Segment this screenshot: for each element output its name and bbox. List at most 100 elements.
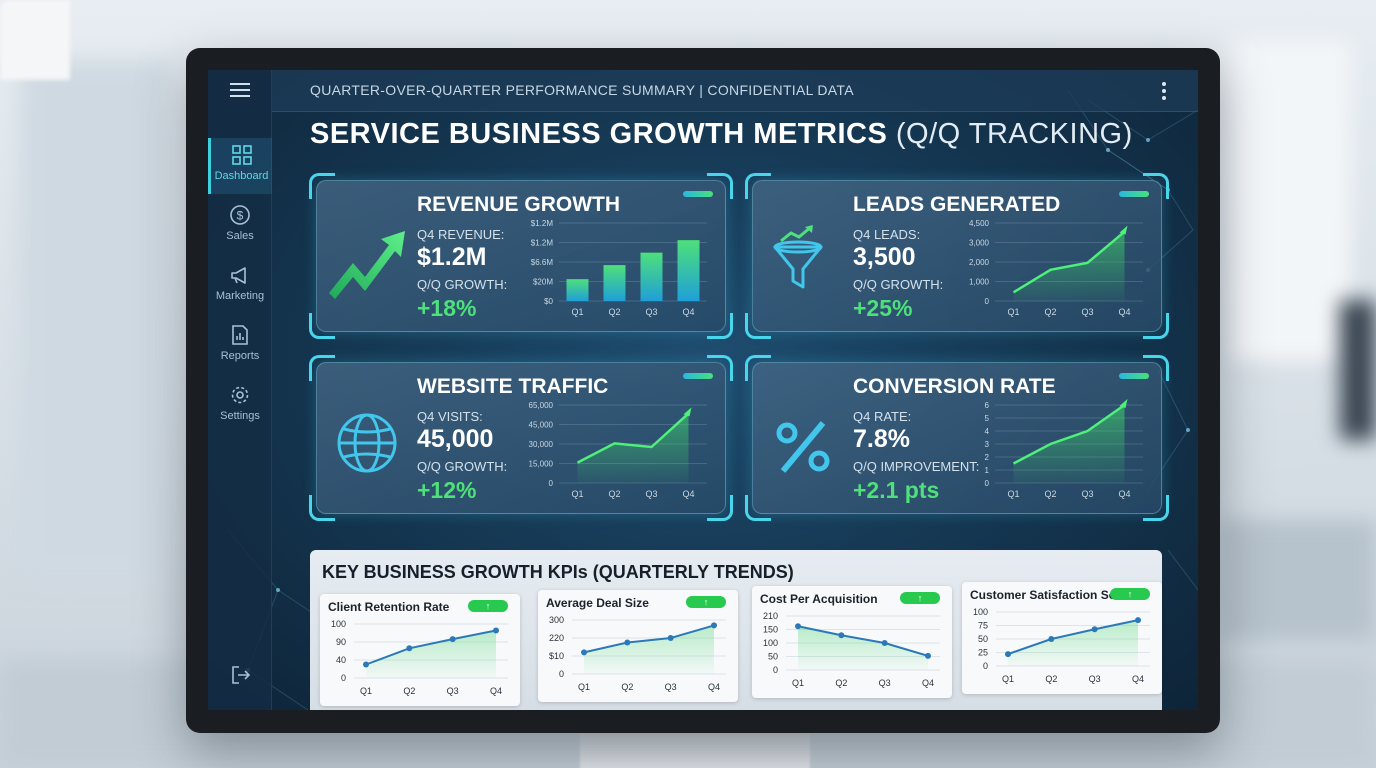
x-tick-label: Q3: [879, 678, 891, 688]
data-point: [838, 632, 845, 639]
status-indicator: [1119, 191, 1149, 197]
customer-satisfaction-card[interactable]: Customer Satisfaction Score ↑ 100 75 50 25 0…: [962, 582, 1162, 694]
conversion-chart: 6 5 4 3 2 1 0 Q1 Q2 Q3 Q4: [951, 399, 1151, 507]
sidebar-item-dashboard[interactable]: Dashboard: [208, 138, 272, 194]
revenue-growth-card[interactable]: REVENUE GROWTH Q4 REVENUE: $1.2M Q/Q GRO…: [309, 173, 733, 339]
area-fill: [584, 625, 714, 674]
monitor-stand: [580, 730, 810, 768]
y-tick-label: 65,000: [529, 401, 554, 410]
sidebar-item-settings[interactable]: Settings: [208, 378, 272, 434]
status-indicator: [1119, 373, 1149, 379]
background-monitor: [1340, 300, 1376, 440]
website-traffic-card[interactable]: WEBSITE TRAFFIC Q4 VISITS: 45,000 Q/Q GR…: [309, 355, 733, 521]
sidebar-item-label: Reports: [220, 350, 260, 362]
y-tick-label: 2: [985, 453, 990, 462]
globe-icon: [337, 413, 397, 473]
sidebar: Dashboard $ Sales Marketing Reports Sett…: [208, 70, 272, 710]
y-tick-label: $1.2M: [531, 219, 554, 228]
y-tick-label: 100: [763, 638, 778, 648]
y-tick-label: 100: [331, 619, 346, 629]
mini-card-title: Average Deal Size: [546, 596, 649, 610]
x-tick-label: Q3: [447, 686, 459, 696]
y-tick-label: 0: [983, 661, 988, 671]
mini-card-title: Client Retention Rate: [328, 600, 450, 614]
x-tick-label: Q2: [1044, 307, 1056, 317]
x-tick-label: Q2: [1045, 674, 1057, 684]
x-tick-label: Q1: [1007, 489, 1019, 499]
sidebar-item-sales[interactable]: $ Sales: [208, 198, 272, 254]
mini-card-title: Cost Per Acquisition: [760, 592, 878, 606]
y-tick-label: 0: [341, 673, 346, 683]
y-tick-label: 0: [985, 297, 990, 306]
y-tick-label: 0: [549, 479, 554, 488]
area-fill: [577, 413, 689, 483]
data-point: [1005, 651, 1011, 658]
report-header: QUARTER-OVER-QUARTER PERFORMANCE SUMMARY…: [310, 82, 854, 98]
bar: [677, 240, 700, 301]
y-tick-label: 25: [978, 648, 988, 658]
growth-value: +25%: [853, 295, 913, 321]
metric-value: 45,000: [417, 425, 494, 453]
growth-label: Q/Q GROWTH:: [853, 277, 944, 292]
hamburger-menu-icon[interactable]: [230, 83, 250, 97]
x-tick-label: Q3: [1081, 489, 1093, 499]
percent-icon: [776, 421, 830, 473]
status-indicator: [683, 373, 713, 379]
page-title-suffix: (Q/Q TRACKING): [887, 118, 1133, 150]
page-title: SERVICE BUSINESS GROWTH METRICS (Q/Q TRA…: [310, 118, 1133, 151]
data-point: [1091, 626, 1098, 633]
metric-label: Q4 RATE:: [853, 409, 912, 424]
background-desk: [1220, 520, 1376, 640]
growth-value: +12%: [417, 477, 477, 503]
x-tick-label: Q2: [835, 678, 847, 688]
y-tick-label: 210: [763, 611, 778, 621]
data-point: [581, 649, 587, 656]
x-tick-label: Q4: [1118, 489, 1130, 499]
kpi-trends-panel: KEY BUSINESS GROWTH KPIs (QUARTERLY TREN…: [310, 550, 1162, 710]
y-tick-label: 1: [985, 466, 990, 475]
y-tick-label: 0: [773, 665, 778, 675]
x-tick-label: Q2: [621, 682, 633, 692]
sidebar-item-marketing[interactable]: Marketing: [208, 258, 272, 314]
background-window-right: [1230, 40, 1350, 360]
x-tick-label: Q1: [792, 678, 804, 688]
data-point: [363, 661, 369, 668]
conversion-rate-card[interactable]: CONVERSION RATE Q4 RATE: 7.8% Q/Q IMPROV…: [745, 355, 1169, 521]
bar: [566, 279, 589, 301]
metric-value: $1.2M: [417, 243, 487, 271]
client-retention-card[interactable]: Client Retention Rate ↑ 100 90 40 0 Q1 Q2 Q3 Q4: [320, 594, 520, 706]
cost-per-acquisition-card[interactable]: Cost Per Acquisition ↑ 210 150 100 50 0 Q1 Q2 Q…: [752, 586, 952, 698]
y-tick-label: 40: [336, 655, 346, 665]
status-indicator: [683, 191, 713, 197]
logout-icon[interactable]: [230, 664, 252, 686]
growth-value: +2.1 pts: [853, 477, 940, 503]
y-tick-label: 100: [973, 607, 988, 617]
y-tick-label: 220: [549, 633, 564, 643]
gear-icon: [231, 386, 249, 404]
data-point: [881, 640, 888, 646]
area-fill: [1008, 620, 1138, 666]
sidebar-item-label: Sales: [226, 230, 254, 242]
metric-label: Q4 LEADS:: [853, 227, 921, 242]
average-deal-size-card[interactable]: Average Deal Size ↑ 300 220 $10 0 Q1 Q2 Q3 Q4: [538, 590, 738, 702]
top-bar: QUARTER-OVER-QUARTER PERFORMANCE SUMMARY…: [272, 70, 1198, 112]
x-tick-label: Q1: [578, 682, 590, 692]
metric-value: 3,500: [853, 243, 916, 271]
bar: [603, 265, 626, 301]
trend-up-badge: ↑: [686, 596, 726, 608]
y-tick-label: 300: [549, 615, 564, 625]
growth-label: Q/Q GROWTH:: [417, 277, 508, 292]
x-tick-label: Q1: [360, 686, 372, 696]
more-options-icon[interactable]: [1162, 82, 1168, 100]
y-tick-label: 5: [985, 414, 990, 423]
csat-chart: 100 75 50 25 0 Q1 Q2 Q3 Q4: [966, 604, 1160, 692]
sidebar-item-reports[interactable]: Reports: [208, 318, 272, 374]
data-point: [711, 622, 717, 629]
y-tick-label: 1,000: [969, 278, 990, 287]
leads-generated-card[interactable]: LEADS GENERATED Q4 LEADS: 3,500 Q/Q GROW…: [745, 173, 1169, 339]
traffic-chart: 65,000 45,000 30,000 15,000 0 Q1 Q2 Q3 Q4: [515, 399, 715, 507]
y-tick-label: $1.2M: [531, 239, 554, 248]
kpi-panel-title: KEY BUSINESS GROWTH KPIs (QUARTERLY TREN…: [322, 562, 794, 582]
x-tick-label: Q2: [1044, 489, 1056, 499]
y-tick-label: 50: [768, 652, 778, 662]
